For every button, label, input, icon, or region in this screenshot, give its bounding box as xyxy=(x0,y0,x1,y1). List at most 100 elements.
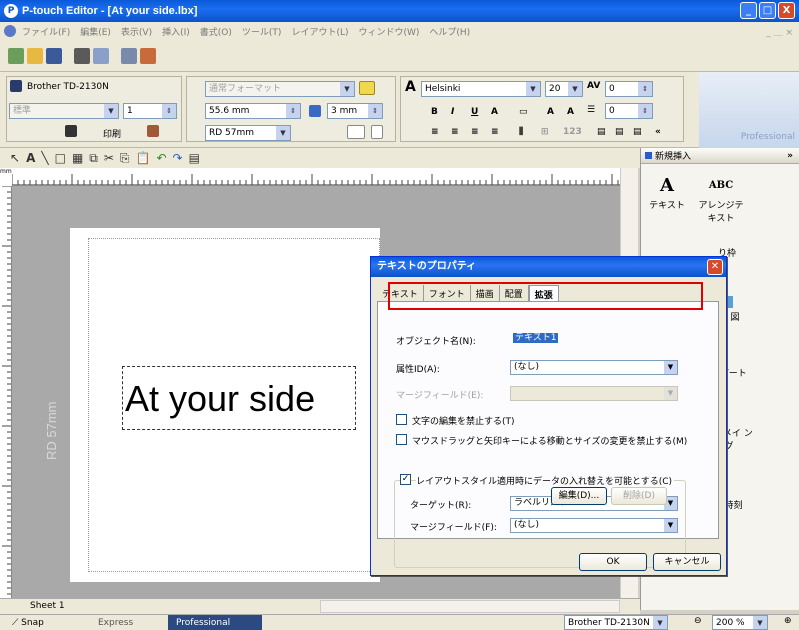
arrange-icon[interactable]: ⧉ xyxy=(89,151,98,166)
sheet-tab[interactable]: Sheet 1 xyxy=(30,601,65,611)
professional-mode-tab[interactable]: Professional xyxy=(168,615,262,630)
align-right-icon[interactable]: ≡ xyxy=(471,127,479,137)
menu-help[interactable]: ヘルプ(H) xyxy=(429,25,470,38)
numbering-icon[interactable]: 123 xyxy=(563,127,582,137)
outline-button[interactable]: A xyxy=(491,107,498,117)
print-icon[interactable] xyxy=(65,125,77,137)
chevron-down-icon: ▼ xyxy=(104,104,118,118)
print-icon[interactable] xyxy=(74,47,90,64)
minimize-button[interactable]: _ xyxy=(740,2,757,19)
professional-banner: Professional xyxy=(699,72,799,148)
orientation-icon[interactable] xyxy=(347,125,365,139)
underline-button[interactable]: U xyxy=(471,107,478,117)
sidebar-item-arranged-text[interactable]: ABC アレンジテキスト xyxy=(697,174,745,225)
chevron-right-icon[interactable]: » xyxy=(787,151,793,161)
merge-field-select[interactable]: ▼ xyxy=(510,386,678,401)
save-icon[interactable] xyxy=(46,47,62,64)
new-layout-icon[interactable] xyxy=(8,47,24,64)
square-icon xyxy=(645,152,652,159)
menu-format[interactable]: 書式(O) xyxy=(200,25,232,38)
snap-toggle[interactable]: ⟋ Snap xyxy=(4,615,52,630)
ok-button[interactable]: OK xyxy=(579,553,647,571)
fit-text-icon[interactable]: ⊞ xyxy=(541,127,549,137)
valign-top-icon[interactable]: ▤ xyxy=(597,127,606,137)
shrink-font-button[interactable]: A xyxy=(567,107,574,117)
status-printer-select[interactable]: Brother TD-2130N ▼ xyxy=(564,615,668,630)
tape-select[interactable]: RD 57mm ▼ xyxy=(205,125,291,141)
cancel-button[interactable]: キャンセル xyxy=(653,553,721,571)
merge-field2-select[interactable]: (なし) ▼ xyxy=(510,518,678,533)
media-select[interactable]: 標準 ▼ xyxy=(9,103,119,119)
document-icon[interactable] xyxy=(4,25,16,37)
express-mode-tab[interactable]: Express xyxy=(90,615,141,630)
vertical-text-icon[interactable]: ⫼ xyxy=(519,127,523,137)
menu-tools[interactable]: ツール(T) xyxy=(242,25,282,38)
text-effect-icon[interactable]: ▭ xyxy=(519,107,528,117)
print-preview-icon[interactable] xyxy=(93,47,109,64)
lock-move-checkbox[interactable] xyxy=(396,434,407,445)
copy-icon[interactable]: ⎘ xyxy=(120,151,130,166)
attribute-id-select[interactable]: (なし) ▼ xyxy=(510,360,678,375)
italic-button[interactable]: I xyxy=(451,107,454,117)
menu-file[interactable]: ファイル(F) xyxy=(22,25,70,38)
transfer-icon[interactable] xyxy=(140,47,156,64)
mdi-controls[interactable]: _ ＿ × xyxy=(766,25,793,38)
menu-insert[interactable]: 挿入(I) xyxy=(162,25,190,38)
table-tool-icon[interactable]: ▦ xyxy=(72,151,83,165)
auto-length-icon[interactable] xyxy=(309,105,321,117)
width-stepper[interactable]: 55.6 mm ⇕ xyxy=(205,103,301,119)
select-arrow-icon[interactable]: ↖ xyxy=(10,151,20,165)
font-select[interactable]: Helsinki ▼ xyxy=(421,81,541,97)
delete-button[interactable]: 削除(D) xyxy=(611,487,667,505)
horizontal-scrollbar[interactable] xyxy=(320,600,620,613)
layout-style-checkbox[interactable]: ✓ xyxy=(400,474,411,485)
text-tool-icon[interactable]: A xyxy=(26,151,35,165)
database-icon[interactable] xyxy=(121,47,137,64)
zoom-select[interactable]: 200 % ▼ xyxy=(712,615,768,630)
redo-icon[interactable]: ↷ xyxy=(173,151,183,165)
valign-bottom-icon[interactable]: ▤ xyxy=(633,127,642,137)
menu-layout[interactable]: レイアウト(L) xyxy=(291,25,348,38)
menu-window[interactable]: ウィンドウ(W) xyxy=(358,25,419,38)
align-left-icon[interactable]: ≡ xyxy=(431,127,439,137)
grow-font-button[interactable]: A xyxy=(547,107,554,117)
align-center-icon[interactable]: ≡ xyxy=(451,127,459,137)
font-size-select[interactable]: 20 ▼ xyxy=(545,81,583,97)
expand-toolbar-button[interactable]: « xyxy=(655,127,661,137)
lock-edit-checkbox[interactable] xyxy=(396,414,407,425)
line-spacing-stepper[interactable]: 0 ⇕ xyxy=(605,103,653,119)
valign-middle-icon[interactable]: ▤ xyxy=(615,127,624,137)
sidebar-item-text[interactable]: A テキスト xyxy=(643,174,691,212)
maximize-button[interactable]: □ xyxy=(759,2,776,19)
copies-stepper[interactable]: 1 ⇕ xyxy=(123,103,177,119)
cut-icon[interactable]: ✂ xyxy=(104,151,114,165)
object-name-label: オブジェクト名(N): xyxy=(396,337,476,347)
edit-button[interactable]: 編集(D)... xyxy=(551,487,607,505)
portrait-icon[interactable] xyxy=(371,125,383,139)
dialog-close-button[interactable]: ✕ xyxy=(707,259,723,275)
menu-view[interactable]: 表示(V) xyxy=(121,25,152,38)
undo-icon[interactable]: ↶ xyxy=(156,151,166,165)
lock-edit-label: 文字の編集を禁止する(T) xyxy=(412,417,515,427)
bold-button[interactable]: B xyxy=(431,107,438,117)
open-folder-icon[interactable] xyxy=(27,47,43,64)
close-button[interactable]: X xyxy=(778,2,795,19)
label-text-object[interactable]: At your side xyxy=(122,366,356,430)
shape-tool-icon[interactable]: □ xyxy=(55,151,66,165)
menu-edit[interactable]: 編集(E) xyxy=(80,25,111,38)
background-color-icon[interactable] xyxy=(359,81,375,95)
paste-icon[interactable]: 📋 xyxy=(136,151,151,165)
char-spacing-stepper[interactable]: 0 ⇕ xyxy=(605,81,653,97)
chevron-down-icon: ▼ xyxy=(664,361,677,374)
line-tool-icon[interactable]: ╲ xyxy=(41,151,48,165)
margin-stepper[interactable]: 3 mm ⇕ xyxy=(327,103,383,119)
format-select[interactable]: 通常フォーマット ▼ xyxy=(205,81,355,97)
zoom-out-icon[interactable]: ⊖ xyxy=(694,616,702,626)
chevron-down-icon: ▼ xyxy=(568,82,582,96)
print-button[interactable]: 印刷 xyxy=(103,127,121,140)
object-list-icon[interactable]: ▤ xyxy=(189,151,200,165)
zoom-in-icon[interactable]: ⊕ xyxy=(784,616,792,626)
options-icon[interactable] xyxy=(147,125,159,137)
object-name-input[interactable]: テキスト1 xyxy=(510,332,680,347)
align-justify-icon[interactable]: ≡ xyxy=(491,127,499,137)
